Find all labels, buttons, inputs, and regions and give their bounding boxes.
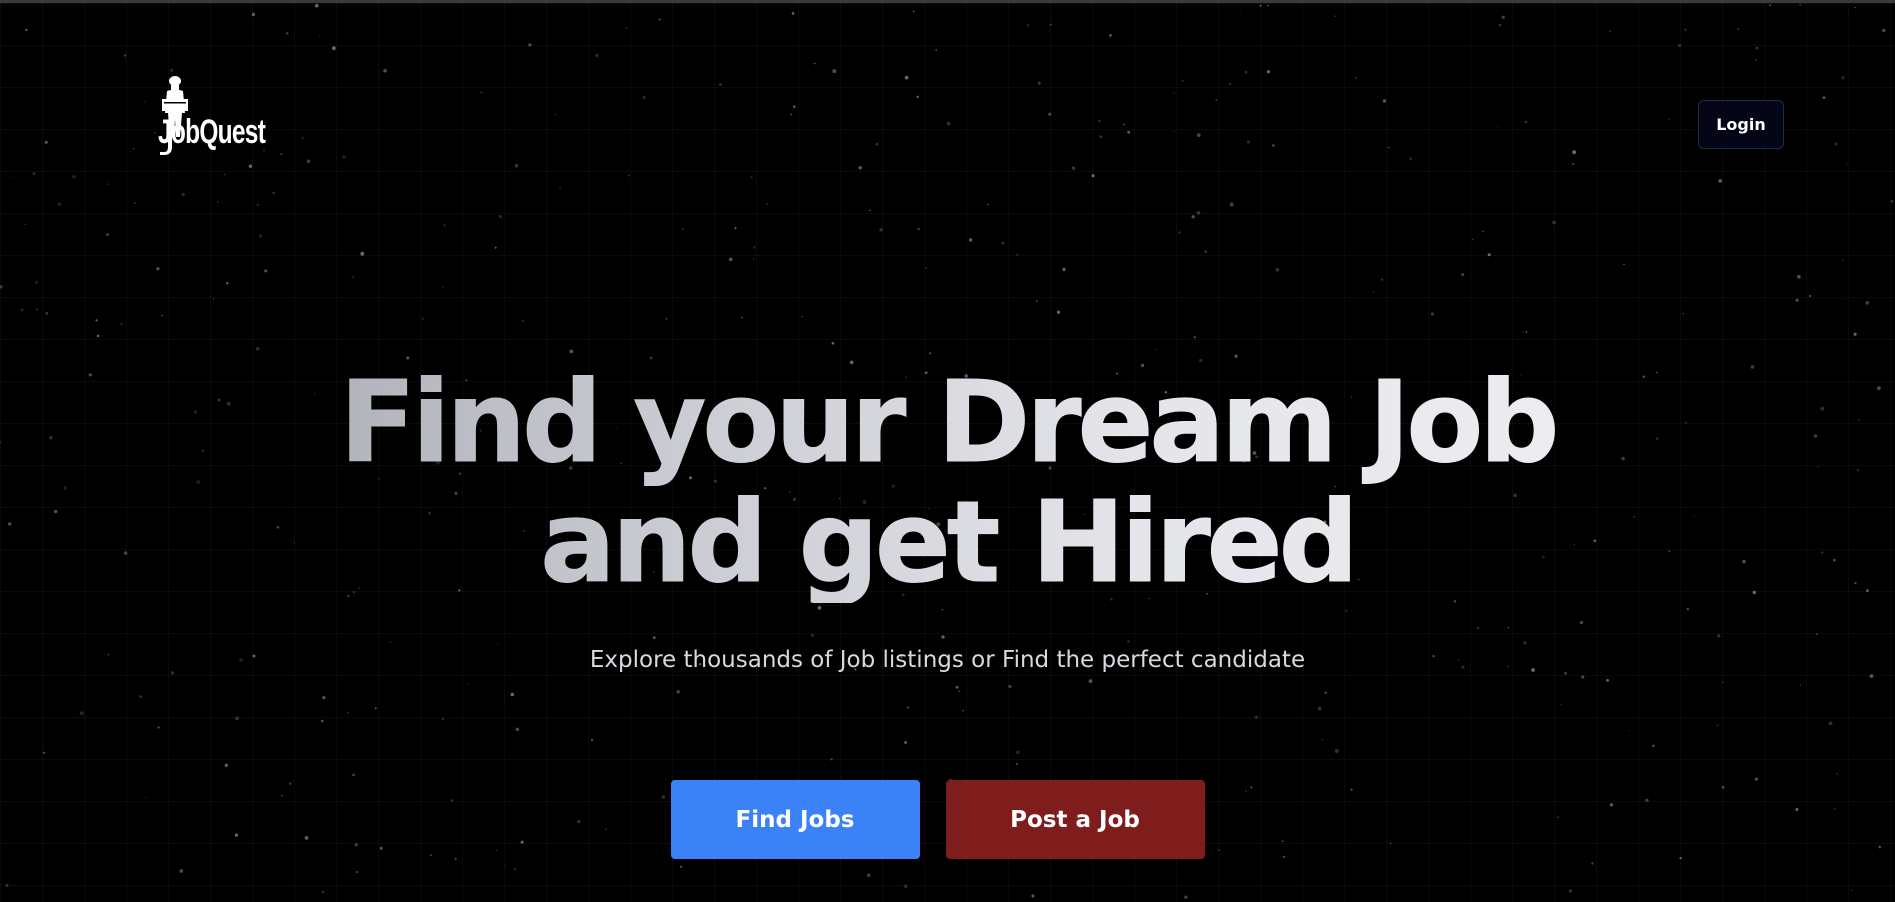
find-jobs-button[interactable]: Find Jobs xyxy=(670,780,920,859)
logo-text: JobQuest xyxy=(158,113,266,151)
hero-actions: Find Jobs Post a Job xyxy=(0,780,1895,859)
hero-title-line-2: and get Hired xyxy=(540,478,1360,608)
hero-title: Find your Dream Job and get Hired xyxy=(0,358,1895,608)
hero: Find your Dream Job and get Hired xyxy=(0,358,1895,608)
page: JobQuest Login Find your Dream Job and g… xyxy=(0,0,1895,902)
logo[interactable]: JobQuest xyxy=(158,75,288,155)
hero-subtitle: Explore thousands of Job listings or Fin… xyxy=(589,647,1306,673)
login-button[interactable]: Login xyxy=(1698,100,1784,149)
hero-title-line-1: Find your Dream Job xyxy=(339,358,1560,488)
header: JobQuest Login xyxy=(0,3,1895,173)
post-job-button[interactable]: Post a Job xyxy=(945,780,1205,859)
